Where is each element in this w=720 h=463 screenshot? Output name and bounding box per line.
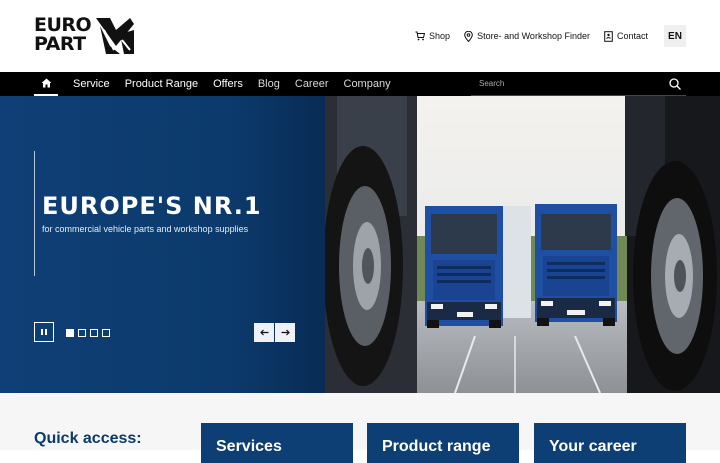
- hero-slider: EUROPE'S NR.1 for commercial vehicle par…: [0, 96, 720, 393]
- hero-accent-line: [34, 151, 35, 276]
- nav-item-blog[interactable]: Blog: [258, 78, 280, 90]
- shop-link-label: Shop: [429, 31, 451, 41]
- quick-card-services[interactable]: Services: [201, 423, 353, 463]
- contact-link[interactable]: Contact: [604, 30, 648, 42]
- hero-subtitle: for commercial vehicle parts and worksho…: [42, 224, 249, 234]
- europart-logo[interactable]: EURO PART: [34, 16, 134, 56]
- slider-dot[interactable]: [90, 329, 98, 337]
- logo-wordmark: EURO PART: [34, 14, 92, 55]
- search-icon[interactable]: [668, 77, 682, 91]
- shop-link[interactable]: Shop: [415, 31, 450, 41]
- nav-item-service[interactable]: Service: [73, 78, 110, 90]
- store-finder-link[interactable]: Store- and Workshop Finder: [464, 30, 590, 42]
- nav-item-career[interactable]: Career: [295, 78, 329, 90]
- header-utility-links: Shop Store- and Workshop Finder Contact …: [401, 24, 686, 48]
- location-pin-icon: [464, 30, 473, 42]
- slider-arrows: [254, 323, 296, 342]
- hero-trucks-image: [325, 96, 720, 393]
- contact-link-label: Contact: [616, 31, 648, 41]
- cart-icon: [415, 31, 426, 41]
- home-nav-button[interactable]: [34, 72, 58, 96]
- slider-dot[interactable]: [102, 329, 110, 337]
- quick-card-label: Services: [216, 438, 282, 455]
- slider-dot[interactable]: [78, 329, 86, 337]
- logo-checkmark-icon: [96, 18, 134, 54]
- home-icon: [41, 78, 51, 88]
- nav-menu: Service Product Range Offers Blog Career…: [73, 72, 406, 96]
- slider-dot[interactable]: [66, 329, 74, 337]
- slider-prev-button[interactable]: [254, 323, 274, 342]
- nav-item-product-range[interactable]: Product Range: [125, 78, 198, 90]
- search-bar: [471, 72, 686, 96]
- slider-pagination: [66, 329, 114, 337]
- arrow-right-icon: [281, 329, 290, 336]
- slider-next-button[interactable]: [275, 323, 295, 342]
- slider-pause-button[interactable]: [34, 322, 54, 342]
- nav-item-offers[interactable]: Offers: [213, 78, 243, 90]
- quick-card-career[interactable]: Your career: [534, 423, 686, 463]
- arrow-left-icon: [259, 329, 268, 336]
- store-finder-label: Store- and Workshop Finder: [477, 31, 590, 41]
- hero-title: EUROPE'S NR.1: [42, 192, 262, 220]
- quick-access-section: Quick access: Services Product range You…: [0, 393, 720, 463]
- quick-card-label: Product range: [382, 438, 491, 455]
- search-input[interactable]: [479, 79, 664, 88]
- nav-item-company[interactable]: Company: [344, 78, 391, 90]
- quick-card-label: Your career: [549, 438, 637, 455]
- language-switcher[interactable]: EN: [664, 25, 686, 47]
- quick-access-title: Quick access:: [34, 430, 142, 447]
- quick-card-product-range[interactable]: Product range: [367, 423, 519, 463]
- main-navigation: Service Product Range Offers Blog Career…: [0, 72, 720, 96]
- contact-book-icon: [604, 30, 613, 42]
- hero-text-panel: EUROPE'S NR.1 for commercial vehicle par…: [0, 96, 325, 393]
- site-header: EURO PART Shop Store- and Workshop Finde…: [0, 0, 720, 72]
